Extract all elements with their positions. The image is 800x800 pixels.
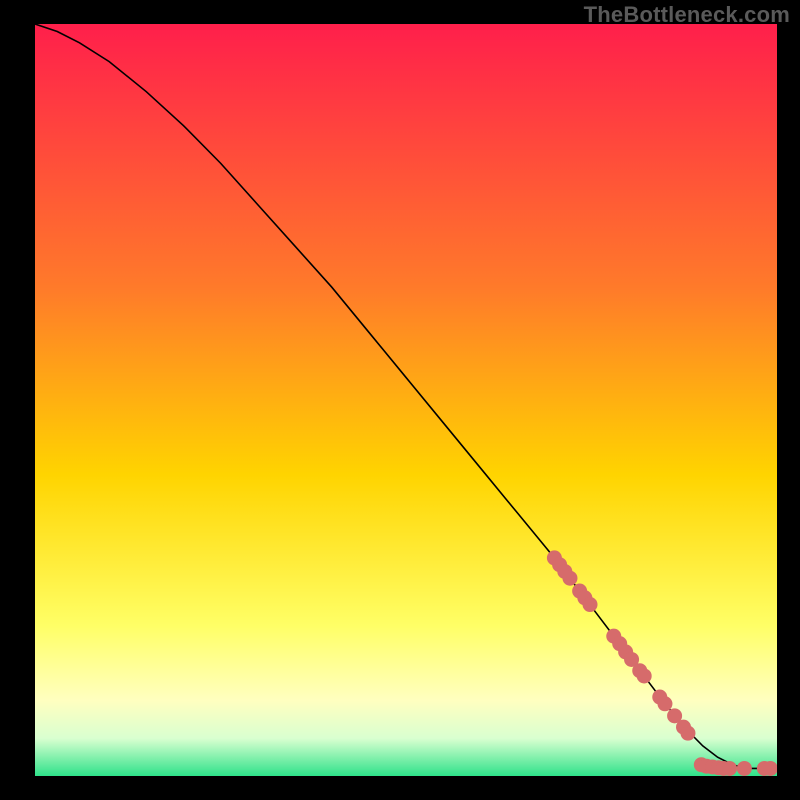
- marker-point: [637, 668, 652, 683]
- marker-point: [657, 696, 672, 711]
- marker-point: [722, 761, 737, 776]
- gradient-background: [35, 24, 777, 776]
- plot-area: [35, 24, 777, 776]
- marker-point: [737, 761, 752, 776]
- marker-point: [680, 726, 695, 741]
- marker-point: [583, 597, 598, 612]
- plot-svg: [35, 24, 777, 776]
- marker-point: [562, 571, 577, 586]
- chart-stage: TheBottleneck.com: [0, 0, 800, 800]
